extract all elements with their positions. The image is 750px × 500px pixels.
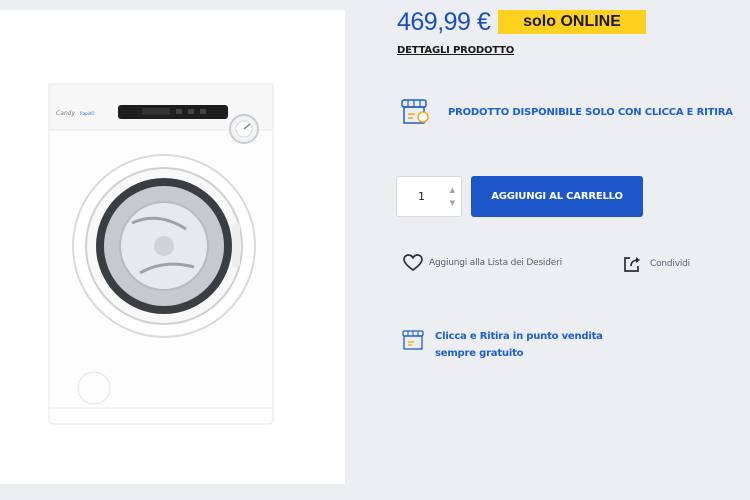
add-to-wishlist-link[interactable]: Aggiungi alla Lista dei Desideri xyxy=(403,254,562,272)
store-pickup-icon xyxy=(401,99,429,124)
heart-icon xyxy=(403,254,423,272)
product-price: 469,99 € xyxy=(397,8,491,36)
free-pickup-info: Clicca e Ritira in punto vendita sempre … xyxy=(401,328,655,362)
wishlist-label: Aggiungi alla Lista dei Desideri xyxy=(429,258,562,268)
quantity-stepper[interactable]: 1 ▲ ▼ xyxy=(396,176,462,217)
washing-machine-image[interactable]: Candy RapidÓ xyxy=(48,83,274,425)
badge-prefix: solo xyxy=(523,13,556,30)
add-to-cart-button[interactable]: AGGIUNGI AL CARRELLO xyxy=(471,176,643,217)
quantity-value[interactable]: 1 xyxy=(418,190,425,203)
online-only-badge: solo ONLINE xyxy=(498,10,646,34)
quantity-arrows: ▲ ▼ xyxy=(450,184,455,210)
increment-arrow-icon[interactable]: ▲ xyxy=(450,184,455,197)
product-image-panel: Candy RapidÓ xyxy=(0,10,345,484)
product-details-link[interactable]: DETTAGLI PRODOTTO xyxy=(397,45,514,56)
svg-text:RapidÓ: RapidÓ xyxy=(80,111,94,116)
decrement-arrow-icon[interactable]: ▼ xyxy=(450,197,455,210)
svg-text:Candy: Candy xyxy=(56,110,75,117)
free-pickup-text: Clicca e Ritira in punto vendita sempre … xyxy=(435,328,655,362)
share-link[interactable]: Condividi xyxy=(622,254,690,274)
pickup-notice-text: PRODOTTO DISPONIBILE SOLO CON CLICCA E R… xyxy=(448,106,733,118)
badge-highlight: ONLINE xyxy=(560,13,621,30)
free-pickup-line-2: sempre gratuito xyxy=(435,348,524,359)
store-pickup-small-icon xyxy=(402,330,424,350)
share-label: Condividi xyxy=(650,259,690,269)
pickup-availability-notice: PRODOTTO DISPONIBILE SOLO CON CLICCA E R… xyxy=(398,97,733,127)
free-pickup-line-1: Clicca e Ritira in punto vendita xyxy=(435,331,603,342)
share-icon xyxy=(624,257,640,272)
